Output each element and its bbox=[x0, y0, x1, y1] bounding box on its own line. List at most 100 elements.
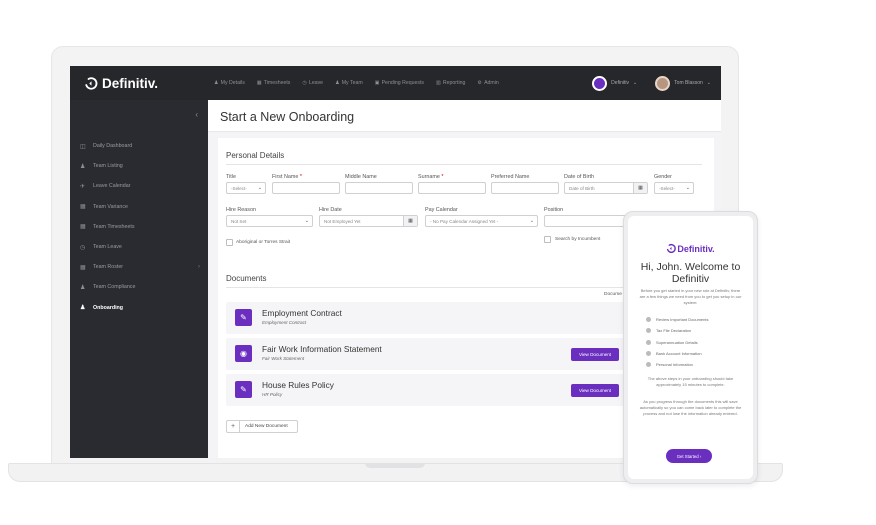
preferred-name-input[interactable] bbox=[491, 182, 559, 194]
document-row-employment-contract[interactable]: ✎ Employment Contract Employment Contrac… bbox=[226, 302, 646, 334]
sidebar-item-label: Onboarding bbox=[93, 304, 124, 311]
sidebar-item-label: Daily Dashboard bbox=[93, 143, 133, 150]
hire-date-input[interactable]: Not Employed Yet ▦ bbox=[319, 215, 418, 227]
pay-calendar-select[interactable]: - No Pay Calendar Assigned Yet - ⌄ bbox=[425, 215, 538, 227]
first-name-input[interactable] bbox=[272, 182, 340, 194]
middle-name-input[interactable] bbox=[345, 182, 413, 194]
app-logo[interactable]: Definitiv. bbox=[84, 76, 199, 91]
check-icon bbox=[646, 328, 651, 334]
dob-input[interactable]: Date of Birth ▦ bbox=[564, 182, 648, 194]
calendar-icon[interactable]: ▦ bbox=[403, 216, 417, 226]
nav-pending-requests[interactable]: ▣ Pending Requests bbox=[375, 80, 424, 86]
chevron-left-icon[interactable]: ‹ bbox=[195, 110, 198, 119]
calendar-icon: ▦ bbox=[80, 264, 86, 271]
chart-icon: ▥ bbox=[436, 80, 441, 86]
sidebar-item-label: Leave Calendar bbox=[93, 183, 131, 190]
org-logo-icon bbox=[592, 75, 608, 91]
nav-label: Leave bbox=[308, 80, 324, 86]
chevron-down-icon: ⌄ bbox=[304, 218, 309, 224]
title-select-value: -Select- bbox=[231, 185, 247, 191]
document-name: House Rules Policy bbox=[262, 380, 334, 390]
sidebar-item-label: Team Timesheets bbox=[93, 223, 135, 230]
user-check-icon: ♟ bbox=[80, 284, 86, 291]
step-item: Personal Information bbox=[646, 359, 708, 370]
surname-label-text: Surname bbox=[418, 174, 440, 180]
step-label: Tax File Declaration bbox=[656, 328, 692, 334]
document-row-house-rules[interactable]: ✎ House Rules Policy HR Policy View Docu… bbox=[226, 374, 646, 406]
page-header: Start a New Onboarding bbox=[208, 100, 721, 132]
calendar-icon[interactable]: ▦ bbox=[633, 183, 647, 193]
sidebar-item-onboarding[interactable]: ♟ Onboarding bbox=[80, 298, 200, 318]
aboriginal-label: Aboriginal or Torres Strait bbox=[236, 240, 291, 245]
calendar-icon: ▦ bbox=[80, 204, 86, 211]
view-document-button[interactable]: View Document bbox=[571, 348, 619, 361]
gender-select-value: -Select- bbox=[659, 185, 675, 191]
nav-label: Admin bbox=[484, 80, 499, 86]
chevron-down-icon: ⌄ bbox=[529, 218, 534, 224]
nav-admin[interactable]: ⚙ Admin bbox=[477, 80, 498, 86]
nav-timesheets[interactable]: ▦ Timesheets bbox=[257, 80, 291, 86]
pay-calendar-label: Pay Calendar bbox=[425, 207, 458, 213]
page-title: Start a New Onboarding bbox=[220, 110, 355, 124]
document-row-fair-work[interactable]: ◉ Fair Work Information Statement Fair W… bbox=[226, 338, 646, 370]
pay-calendar-value: - No Pay Calendar Assigned Yet - bbox=[430, 218, 499, 224]
sidebar-item-team-roster[interactable]: ▦ Team Roster › bbox=[80, 257, 200, 277]
search-incumbent-checkbox[interactable] bbox=[544, 236, 551, 243]
hire-reason-select[interactable]: Not Set ⌄ bbox=[226, 215, 313, 227]
document-sign-icon: ✎ bbox=[235, 309, 252, 326]
add-new-document-button[interactable]: + Add New Document bbox=[226, 420, 298, 433]
surname-label: Surname * bbox=[418, 174, 443, 180]
step-label: Bank Account Information bbox=[656, 351, 702, 357]
sidebar-item-team-listing[interactable]: ♟ Team Listing bbox=[80, 156, 200, 176]
nav-label: Reporting bbox=[442, 80, 466, 86]
documents-column-header: Docume bbox=[604, 292, 622, 297]
eye-icon: ◉ bbox=[235, 345, 252, 362]
user-menu[interactable]: Tom Blasson ⌄ bbox=[655, 75, 711, 91]
nav-leave[interactable]: ◷ Leave bbox=[302, 80, 323, 86]
team-icon: ♟ bbox=[80, 163, 86, 170]
sidebar-item-team-leave[interactable]: ◷ Team Leave bbox=[80, 237, 200, 257]
document-name: Fair Work Information Statement bbox=[262, 344, 382, 354]
middle-name-label: Middle Name bbox=[345, 174, 377, 180]
document-name: Employment Contract bbox=[262, 308, 342, 318]
chevron-down-icon: ⌄ bbox=[706, 80, 711, 86]
sidebar-item-daily-dashboard[interactable]: ◫ Daily Dashboard bbox=[80, 136, 200, 156]
sidebar-item-label: Team Variance bbox=[93, 203, 128, 210]
nav-my-details[interactable]: ♟ My Details bbox=[214, 80, 245, 86]
step-label: Review Important Documents bbox=[656, 317, 709, 323]
dob-label: Date of Birth bbox=[564, 174, 594, 180]
avatar bbox=[655, 75, 671, 91]
view-document-button[interactable]: View Document bbox=[571, 384, 619, 397]
chevron-right-icon: › bbox=[198, 264, 200, 271]
logo-icon bbox=[667, 243, 677, 254]
nav-reporting[interactable]: ▥ Reporting bbox=[436, 80, 465, 86]
nav-my-team[interactable]: ♟ My Team bbox=[335, 80, 363, 86]
gear-icon: ⚙ bbox=[477, 80, 483, 86]
preferred-name-label: Preferred Name bbox=[491, 174, 530, 180]
sidebar: ‹ ◫ Daily Dashboard ♟ Team Listing ✈ Leave … bbox=[70, 100, 208, 458]
get-started-button[interactable]: Get Started › bbox=[666, 449, 712, 463]
sidebar-item-team-timesheets[interactable]: ▦ Team Timesheets bbox=[80, 217, 200, 237]
onboarding-steps: Review Important Documents Tax File Decl… bbox=[646, 314, 708, 370]
sidebar-item-team-variance[interactable]: ▦ Team Variance bbox=[80, 197, 200, 217]
org-switcher[interactable]: Definitiv ⌄ bbox=[592, 75, 637, 91]
logo-icon bbox=[85, 76, 98, 90]
check-icon bbox=[646, 339, 651, 345]
chevron-down-icon: ⌄ bbox=[685, 185, 690, 191]
first-name-label: First Name * bbox=[272, 174, 302, 180]
document-type: Employment Contract bbox=[262, 320, 307, 325]
sidebar-item-team-compliance[interactable]: ♟ Team Compliance bbox=[80, 277, 200, 297]
aboriginal-checkbox[interactable] bbox=[226, 239, 233, 246]
user-icon: ♟ bbox=[214, 80, 219, 86]
position-input[interactable] bbox=[544, 215, 634, 227]
gender-select[interactable]: -Select- ⌄ bbox=[654, 182, 694, 194]
hire-reason-label: Hire Reason bbox=[226, 207, 256, 213]
clock-icon: ◷ bbox=[80, 244, 86, 251]
user-label: Tom Blasson bbox=[674, 80, 703, 86]
sidebar-item-label: Team Roster bbox=[93, 264, 124, 271]
nav-label: My Team bbox=[341, 80, 363, 86]
personal-details-title: Personal Details bbox=[226, 151, 285, 160]
title-select[interactable]: -Select- ⌄ bbox=[226, 182, 266, 194]
surname-input[interactable] bbox=[418, 182, 486, 194]
sidebar-item-leave-calendar[interactable]: ✈ Leave Calendar bbox=[80, 176, 200, 196]
